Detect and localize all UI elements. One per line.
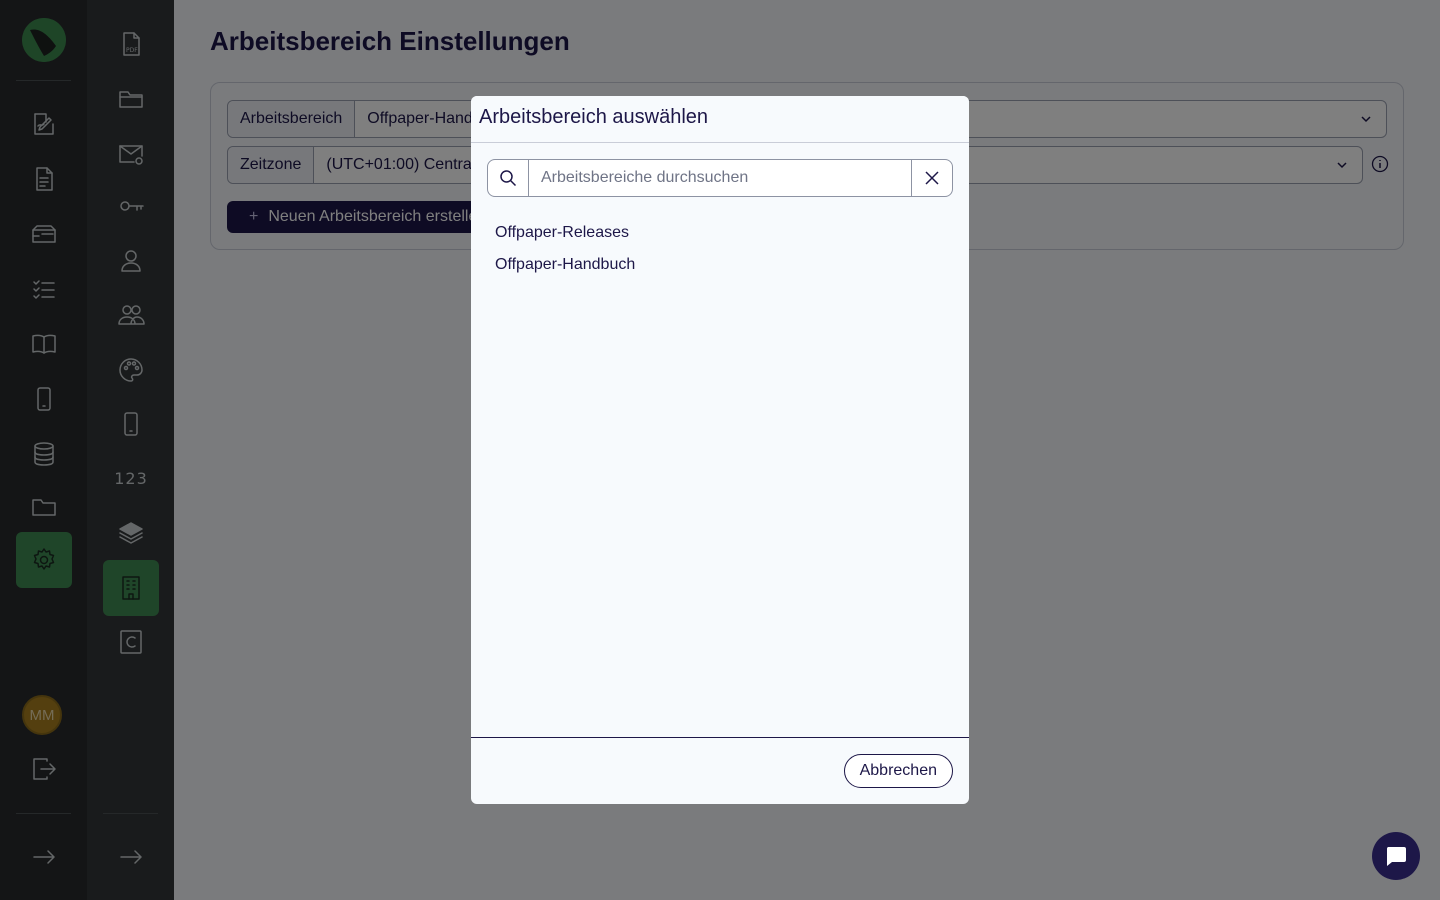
dialog-footer: Abbrechen <box>471 737 969 804</box>
workspace-search <box>487 159 953 197</box>
workspace-option[interactable]: Offpaper-Releases <box>495 222 635 254</box>
cancel-button[interactable]: Abbrechen <box>843 754 953 788</box>
workspace-list: Offpaper-Releases Offpaper-Handbuch <box>495 222 635 286</box>
close-icon <box>925 171 939 185</box>
clear-search-button[interactable] <box>911 160 952 196</box>
chat-launcher-button[interactable] <box>1372 832 1420 880</box>
workspace-option[interactable]: Offpaper-Handbuch <box>495 254 635 286</box>
chat-bubble-icon <box>1386 847 1406 866</box>
workspace-search-input[interactable] <box>529 160 911 196</box>
workspace-picker-dialog: Arbeitsbereich auswählen Offpaper-Releas… <box>471 96 969 804</box>
dialog-title: Arbeitsbereich auswählen <box>471 96 969 143</box>
search-icon <box>488 160 529 196</box>
